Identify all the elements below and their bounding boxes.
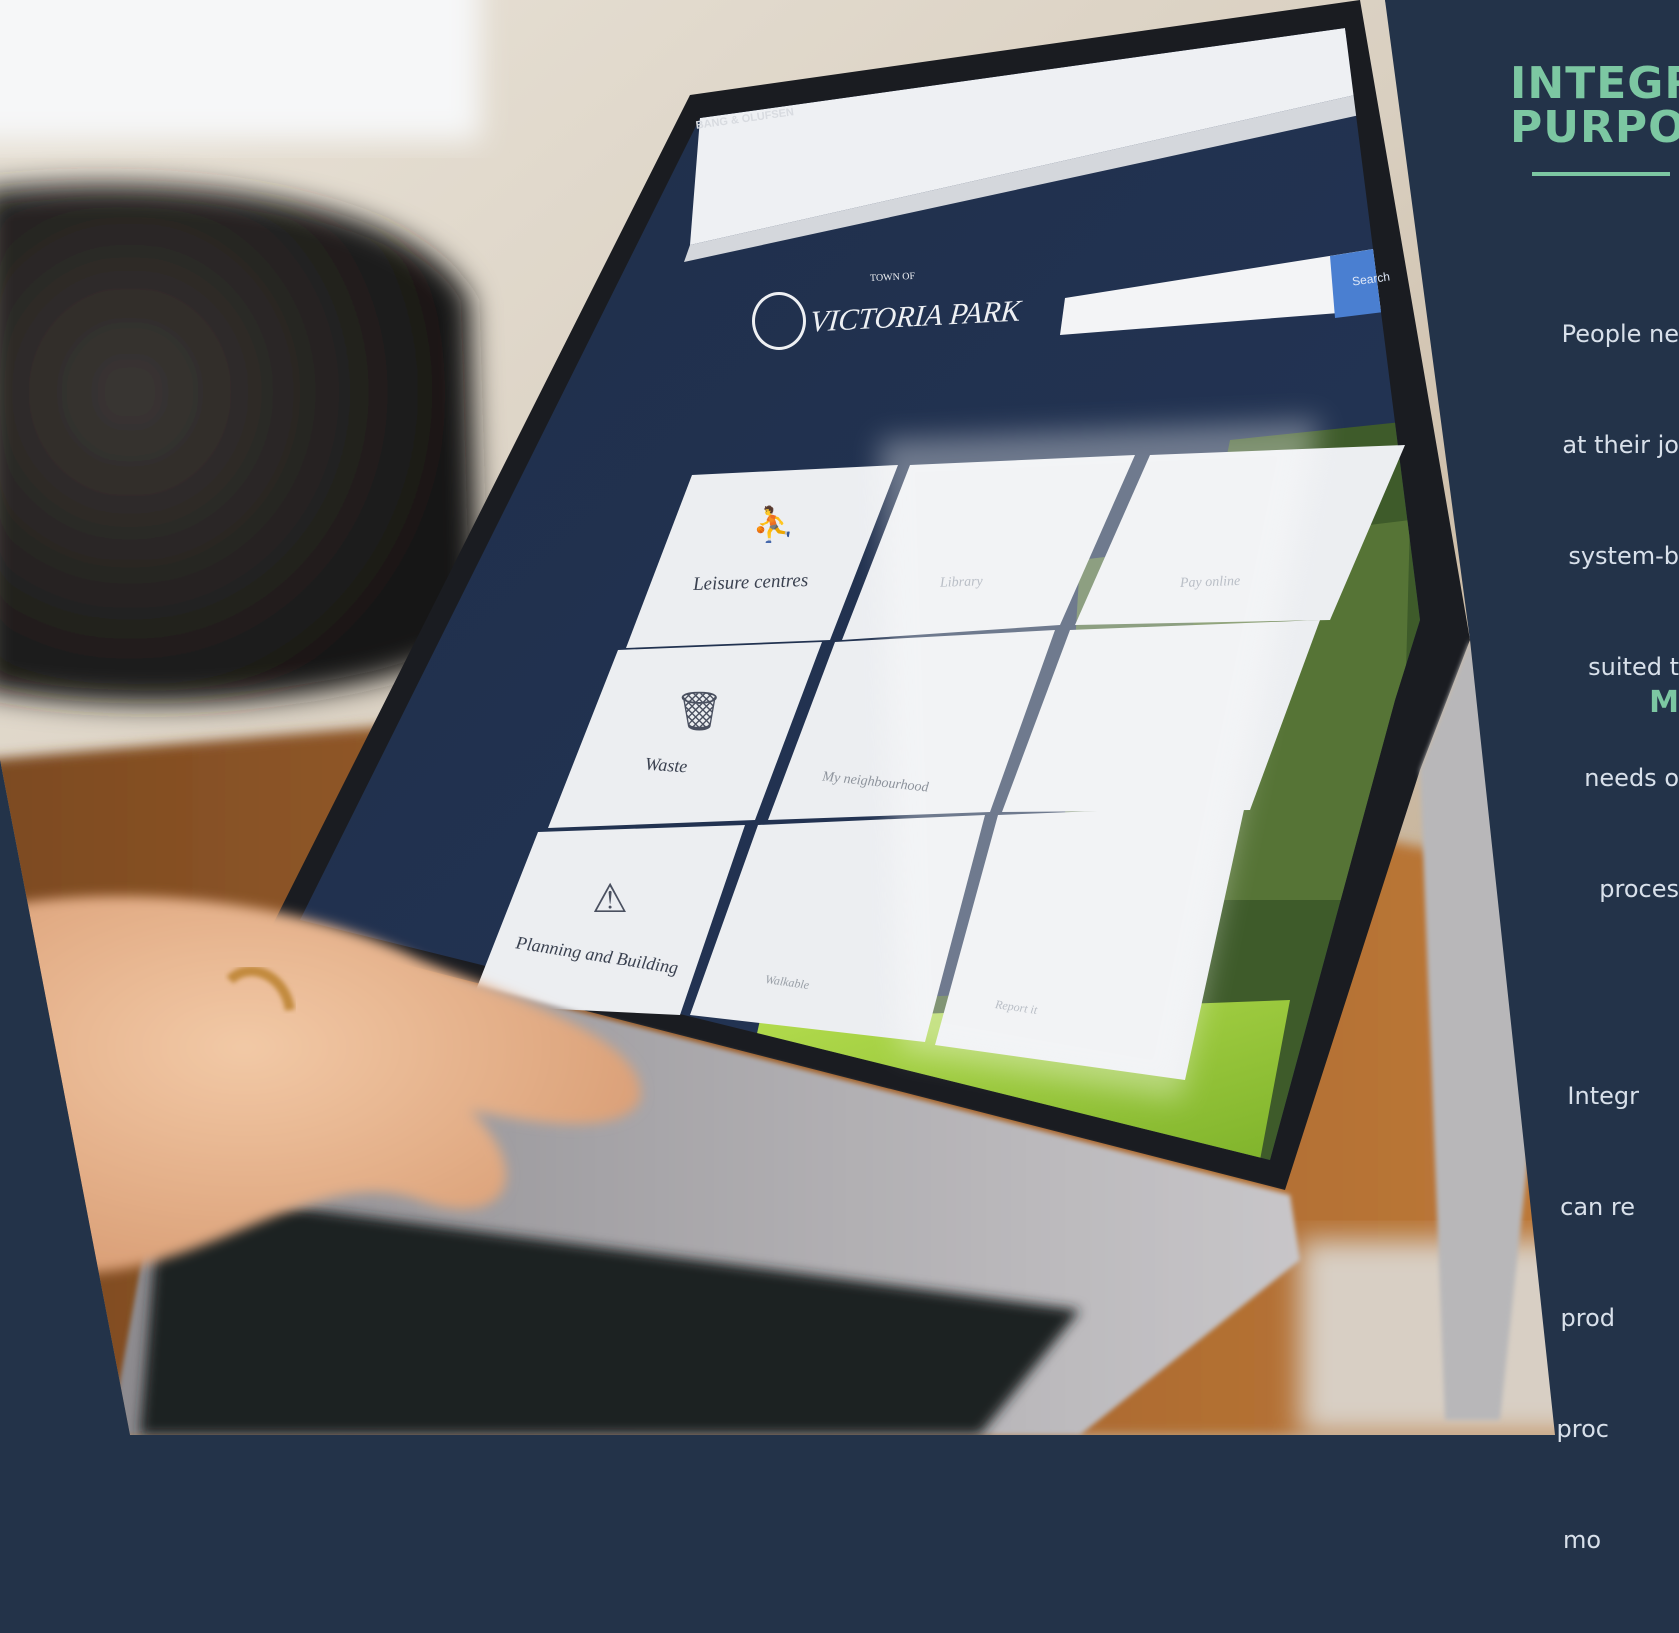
tile-waste-icon: 🗑 bbox=[675, 691, 724, 733]
tile-planning-icon: ⚠ bbox=[592, 876, 628, 921]
tile-library[interactable]: Library bbox=[940, 574, 983, 591]
tile-leisure-centres[interactable]: Leisure centres bbox=[693, 570, 809, 596]
site-logo-small: TOWN OF bbox=[869, 270, 916, 285]
tile-leisure-centres-icon: ⛹ bbox=[752, 507, 795, 544]
site-logo-icon bbox=[752, 292, 806, 350]
tile-pay-online[interactable]: Pay online bbox=[1180, 574, 1241, 592]
laptop-photo bbox=[0, 0, 1679, 1435]
tile-waste[interactable]: Waste bbox=[644, 754, 688, 778]
body-line: mo bbox=[1562, 1526, 1601, 1554]
